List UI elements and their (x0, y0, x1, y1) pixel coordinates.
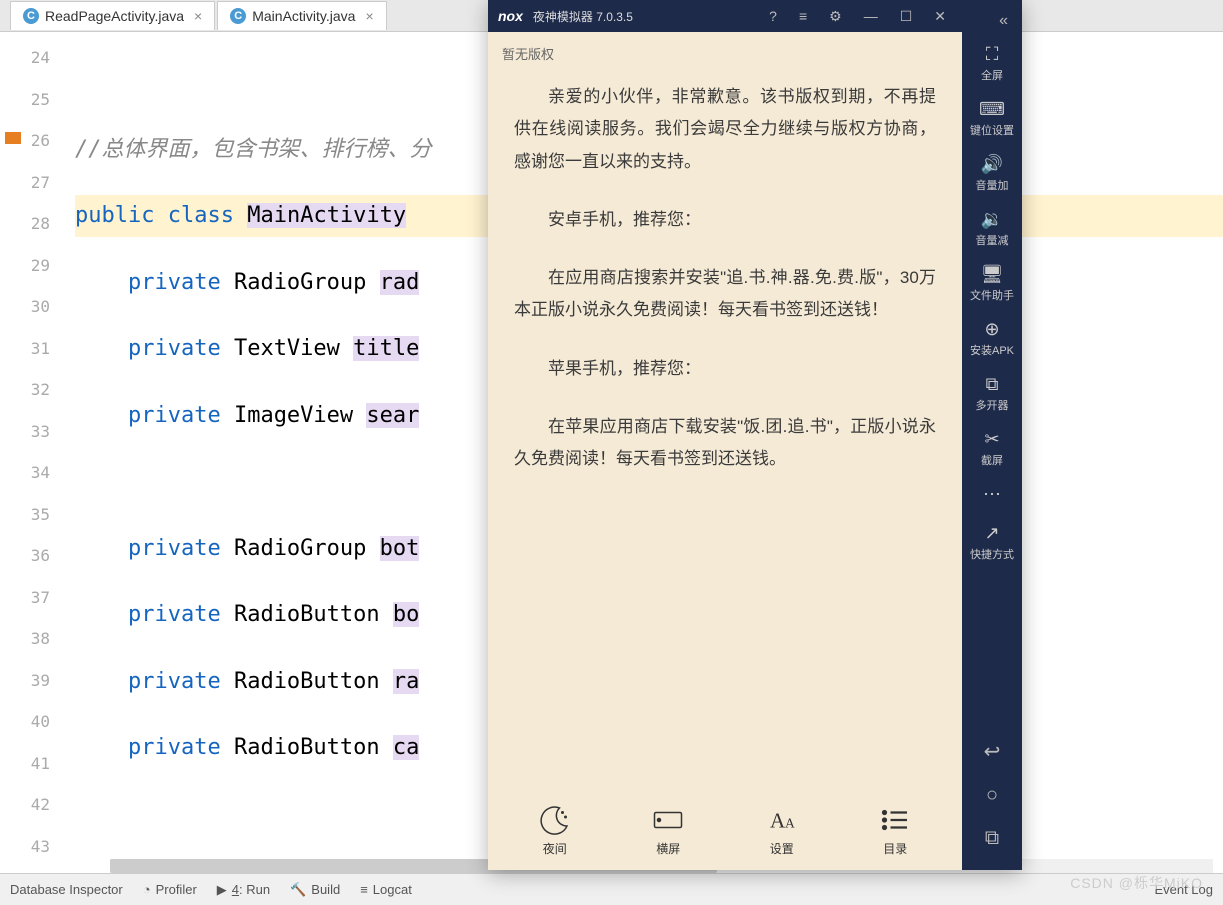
scissors-icon: ✂ (962, 429, 1022, 450)
line-number: 42 (0, 784, 50, 826)
paragraph: 安卓手机，推荐您： (514, 204, 936, 236)
home-button[interactable]: ○ (962, 774, 1022, 817)
minimize-icon[interactable]: — (858, 8, 884, 24)
emulator-sidebar: « ⛶全屏 ⌨键位设置 🔊音量加 🔉音量减 🖥文件助手 ⊕安装APK ⧉多开器 … (962, 0, 1022, 870)
line-number: 29 (0, 245, 50, 287)
tool-run[interactable]: ▶4: Run (217, 882, 270, 898)
fullscreen-tool[interactable]: ⛶全屏 (962, 36, 1022, 91)
tab-readpage[interactable]: C ReadPageActivity.java × (10, 1, 215, 30)
file-assistant-tool[interactable]: 🖥文件助手 (962, 256, 1022, 311)
night-mode-button[interactable]: 夜间 (537, 802, 573, 857)
shortcut-tool[interactable]: ↗快捷方式 (962, 515, 1022, 570)
line-number: 31 (0, 328, 50, 370)
app-header: 暂无版权 (488, 32, 962, 71)
help-icon[interactable]: ? (763, 8, 783, 24)
tool-database-inspector[interactable]: Database Inspector (10, 882, 123, 897)
tab-mainactivity[interactable]: C MainActivity.java × (217, 1, 386, 30)
recents-button[interactable]: ⧉ (962, 817, 1022, 860)
line-number: 34 (0, 452, 50, 494)
landscape-button[interactable]: 横屏 (650, 802, 686, 857)
back-button[interactable]: ↩ (962, 729, 1022, 774)
line-number: 39 (0, 660, 50, 702)
java-class-icon: C (230, 8, 246, 24)
line-number: 26 (0, 120, 50, 162)
line-number: 32 (0, 369, 50, 411)
java-class-icon: C (23, 8, 39, 24)
profiler-icon: ◔ (143, 882, 151, 897)
close-icon[interactable]: ✕ (928, 8, 952, 25)
line-number: 38 (0, 618, 50, 660)
screenshot-tool[interactable]: ✂截屏 (962, 421, 1022, 476)
hammer-icon: 🔨 (290, 882, 306, 898)
line-number: 35 (0, 494, 50, 536)
svg-text:A: A (785, 815, 795, 830)
toc-button[interactable]: 目录 (877, 802, 913, 857)
close-icon[interactable]: × (194, 8, 202, 24)
line-number: 30 (0, 286, 50, 328)
line-number: 43 (0, 826, 50, 868)
emulator-window: nox 夜神模拟器 7.0.3.5 ? ≡ ⚙ — ☐ ✕ 暂无版权 亲爱的小伙… (488, 0, 1022, 870)
app-screen[interactable]: 暂无版权 亲爱的小伙伴，非常歉意。该书版权到期，不再提供在线阅读服务。我们会竭尽… (488, 32, 962, 870)
logcat-icon: ≡ (360, 882, 368, 897)
list-icon (877, 802, 913, 838)
multi-instance-tool[interactable]: ⧉多开器 (962, 366, 1022, 421)
maximize-icon[interactable]: ☐ (894, 8, 919, 25)
apk-icon: ⊕ (962, 319, 1022, 340)
line-number: 33 (0, 411, 50, 453)
more-icon: ⋯ (962, 484, 1022, 505)
keyboard-icon: ⌨ (962, 99, 1022, 120)
emulator-title: 夜神模拟器 7.0.3.5 (533, 8, 753, 25)
keymap-tool[interactable]: ⌨键位设置 (962, 91, 1022, 146)
emulator-titlebar[interactable]: nox 夜神模拟器 7.0.3.5 ? ≡ ⚙ — ☐ ✕ (488, 0, 962, 32)
volume-up-icon: 🔊 (962, 154, 1022, 175)
settings-icon[interactable]: ⚙ (823, 8, 848, 25)
paragraph: 苹果手机，推荐您： (514, 353, 936, 385)
volume-down-tool[interactable]: 🔉音量减 (962, 201, 1022, 256)
watermark: CSDN @栎华MiKO (1070, 873, 1203, 893)
status-bar: Database Inspector ◔Profiler ▶4: Run 🔨Bu… (0, 873, 1223, 905)
line-number: 37 (0, 577, 50, 619)
line-number: 28 (0, 203, 50, 245)
edit-marker-icon (5, 132, 21, 144)
svg-text:A: A (770, 808, 786, 832)
line-gutter: 24 25 26 27 28 29 30 31 32 33 34 35 36 3… (0, 32, 65, 873)
tab-label: MainActivity.java (252, 8, 355, 24)
play-icon: ▶ (217, 882, 227, 898)
file-icon: 🖥 (962, 264, 1022, 285)
tool-build[interactable]: 🔨Build (290, 882, 340, 898)
line-number: 27 (0, 162, 50, 204)
fullscreen-icon: ⛶ (962, 44, 1022, 65)
font-icon: AA (764, 802, 800, 838)
line-number: 40 (0, 701, 50, 743)
tool-profiler[interactable]: ◔Profiler (143, 882, 197, 897)
volume-up-tool[interactable]: 🔊音量加 (962, 146, 1022, 201)
install-apk-tool[interactable]: ⊕安装APK (962, 311, 1022, 366)
paragraph: 在苹果应用商店下载安装"饭.团.追.书"，正版小说永久免费阅读！每天看书签到还送… (514, 411, 936, 476)
menu-icon[interactable]: ≡ (793, 8, 813, 24)
emulator-main: nox 夜神模拟器 7.0.3.5 ? ≡ ⚙ — ☐ ✕ 暂无版权 亲爱的小伙… (488, 0, 962, 870)
multi-icon: ⧉ (962, 374, 1022, 395)
shortcut-icon: ↗ (962, 523, 1022, 544)
line-number: 25 (0, 79, 50, 121)
app-bottom-bar: 夜间 横屏 AA 设置 目录 (488, 792, 962, 870)
close-icon[interactable]: × (365, 8, 373, 24)
line-number: 24 (0, 37, 50, 79)
paragraph: 在应用商店搜索并安装"追.书.神.器.免.费.版"，30万本正版小说永久免费阅读… (514, 262, 936, 327)
nox-logo: nox (498, 8, 523, 24)
volume-down-icon: 🔉 (962, 209, 1022, 230)
tool-logcat[interactable]: ≡Logcat (360, 882, 412, 897)
landscape-icon (650, 802, 686, 838)
more-tool[interactable]: ⋯ (962, 476, 1022, 515)
line-number: 36 (0, 535, 50, 577)
settings-button[interactable]: AA 设置 (764, 802, 800, 857)
tab-label: ReadPageActivity.java (45, 8, 184, 24)
line-number: 41 (0, 743, 50, 785)
moon-icon (537, 802, 573, 838)
paragraph: 亲爱的小伙伴，非常歉意。该书版权到期，不再提供在线阅读服务。我们会竭尽全力继续与… (514, 81, 936, 178)
android-nav: ↩ ○ ⧉ (962, 729, 1022, 870)
app-content: 亲爱的小伙伴，非常歉意。该书版权到期，不再提供在线阅读服务。我们会竭尽全力继续与… (488, 71, 962, 792)
collapse-icon[interactable]: « (993, 6, 1014, 36)
